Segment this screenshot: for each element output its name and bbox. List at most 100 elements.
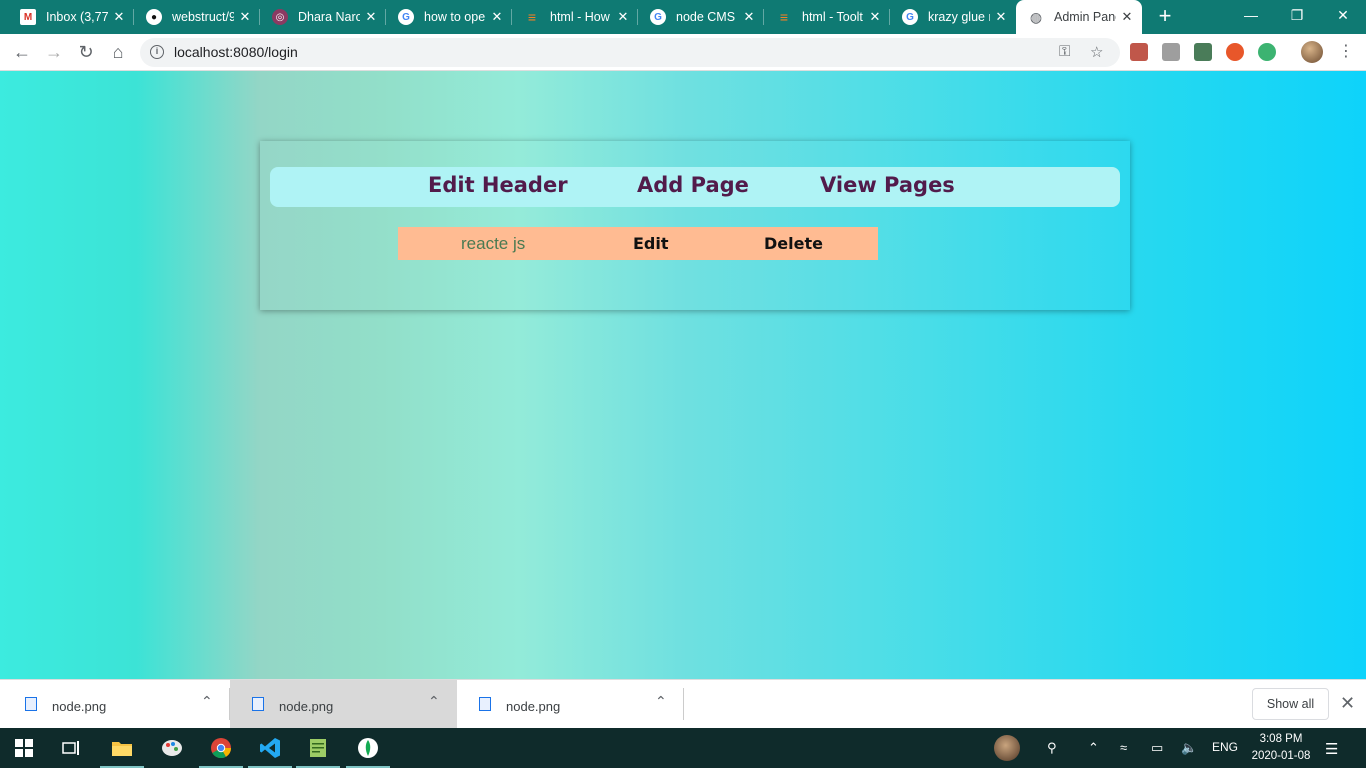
- stackoverflow-icon: ≡: [779, 9, 789, 25]
- folder-icon: [112, 742, 132, 756]
- volume-icon[interactable]: 🔈: [1181, 740, 1197, 756]
- profile-icon: ◎: [272, 9, 288, 25]
- download-filename: node.png: [52, 699, 107, 714]
- key-icon[interactable]: ⚿: [1059, 43, 1070, 60]
- notepad-icon: [310, 739, 326, 757]
- system-clock[interactable]: 3:08 PM 2020-01-08: [1246, 731, 1316, 765]
- page-name[interactable]: reacte js: [461, 234, 525, 254]
- gmail-icon: M: [20, 9, 36, 25]
- edit-page-button[interactable]: Edit: [633, 234, 669, 253]
- tab-title: webstruct/9: [172, 10, 234, 24]
- page-viewport: Edit Header Add Page View Pages reacte j…: [0, 71, 1366, 679]
- tab-title: krazy glue r: [928, 10, 990, 24]
- menu-icon[interactable]: ⋮: [1338, 41, 1354, 63]
- back-button[interactable]: ←: [10, 40, 34, 64]
- chrome-button[interactable]: [197, 728, 245, 768]
- close-icon[interactable]: ✕: [112, 10, 126, 24]
- start-button[interactable]: [0, 728, 48, 768]
- windows-taskbar: ⚲ ⌃ ≈ ▭ 🔈 ENG 3:08 PM 2020-01-08 ☰: [0, 728, 1366, 768]
- image-file-icon: [252, 697, 264, 711]
- delete-page-button[interactable]: Delete: [764, 234, 823, 253]
- close-icon[interactable]: ✕: [1120, 10, 1134, 24]
- cast-extension-icon[interactable]: [1194, 43, 1212, 61]
- tab-github[interactable]: ● webstruct/9 ✕: [134, 0, 260, 34]
- windows-icon: [15, 739, 33, 757]
- minimize-button[interactable]: —: [1228, 0, 1274, 30]
- task-view-icon: [62, 741, 79, 755]
- admin-panel-card: Edit Header Add Page View Pages reacte j…: [260, 141, 1130, 310]
- language-indicator[interactable]: ENG: [1212, 740, 1238, 754]
- tab-google-search-1[interactable]: G how to ope ✕: [386, 0, 512, 34]
- close-icon[interactable]: ✕: [994, 10, 1008, 24]
- home-button[interactable]: ⌂: [106, 40, 130, 64]
- show-all-button[interactable]: Show all: [1252, 688, 1329, 720]
- tab-google-search-3[interactable]: G krazy glue r ✕: [890, 0, 1016, 34]
- close-icon[interactable]: ✕: [364, 10, 378, 24]
- paint-app-button[interactable]: [148, 728, 196, 768]
- pdf-extension-icon[interactable]: [1130, 43, 1148, 61]
- profile-avatar[interactable]: [1301, 41, 1323, 63]
- close-icon[interactable]: ✕: [742, 10, 756, 24]
- tab-admin-panel[interactable]: ◍ Admin Pane ✕: [1016, 0, 1142, 34]
- chevron-up-icon[interactable]: ⌃: [428, 693, 440, 710]
- chrome-icon: [211, 738, 232, 759]
- tab-google-search-2[interactable]: G node CMS ✕: [638, 0, 764, 34]
- globe-icon: ◍: [1029, 8, 1043, 25]
- url-text[interactable]: localhost:8080/login: [174, 44, 298, 60]
- download-separator: [683, 688, 684, 720]
- palette-icon: [162, 740, 182, 756]
- address-bar[interactable]: i localhost:8080/login ⚿ ☆: [140, 38, 1120, 67]
- close-icon[interactable]: ✕: [616, 10, 630, 24]
- people-avatar[interactable]: [994, 735, 1020, 761]
- chevron-up-icon[interactable]: ⌃: [1088, 740, 1099, 756]
- task-view-button[interactable]: [48, 728, 96, 768]
- close-icon[interactable]: ✕: [490, 10, 504, 24]
- info-icon[interactable]: i: [150, 45, 164, 59]
- people-icon[interactable]: ⚲: [1047, 740, 1057, 756]
- tab-stackoverflow-2[interactable]: ≡ html - Toolt ✕: [764, 0, 890, 34]
- close-window-button[interactable]: ✕: [1320, 0, 1366, 30]
- close-icon[interactable]: ✕: [238, 10, 252, 24]
- google-icon: G: [902, 9, 918, 25]
- shield-extension-icon[interactable]: [1258, 43, 1276, 61]
- google-icon: G: [650, 9, 666, 25]
- add-page-link[interactable]: Add Page: [637, 173, 749, 197]
- tab-title: how to ope: [424, 10, 486, 24]
- vscode-button[interactable]: [246, 728, 294, 768]
- extension-icon[interactable]: [1162, 43, 1180, 61]
- tab-gmail[interactable]: M Inbox (3,77 ✕: [0, 0, 134, 34]
- wifi-icon[interactable]: ≈: [1120, 740, 1127, 755]
- tab-title: Dhara Naro: [298, 10, 360, 24]
- chevron-up-icon[interactable]: ⌃: [655, 693, 667, 710]
- file-explorer-button[interactable]: [98, 728, 146, 768]
- browser-toolbar: ← → ↻ ⌂ i localhost:8080/login ⚿ ☆ ⋮: [0, 34, 1366, 71]
- vscode-icon: [260, 738, 280, 758]
- mongodb-icon: [358, 738, 378, 758]
- close-icon[interactable]: ✕: [1340, 693, 1355, 714]
- mongodb-compass-button[interactable]: [344, 728, 392, 768]
- clock-time: 3:08 PM: [1259, 733, 1303, 745]
- edit-header-link[interactable]: Edit Header: [428, 173, 568, 197]
- close-icon[interactable]: ✕: [868, 10, 882, 24]
- forward-button[interactable]: →: [42, 40, 66, 64]
- page-list-item: reacte js Edit Delete: [398, 227, 878, 260]
- battery-icon[interactable]: ▭: [1151, 740, 1163, 756]
- star-icon[interactable]: ☆: [1090, 43, 1103, 61]
- reload-button[interactable]: ↻: [74, 40, 98, 64]
- download-item[interactable]: node.png ⌃: [230, 680, 457, 728]
- clock-date: 2020-01-08: [1251, 750, 1311, 762]
- notification-icon[interactable]: ☰: [1325, 740, 1338, 758]
- download-item[interactable]: node.png ⌃: [457, 680, 684, 728]
- view-pages-link[interactable]: View Pages: [820, 173, 955, 197]
- image-file-icon: [25, 697, 37, 711]
- chevron-up-icon[interactable]: ⌃: [201, 693, 213, 710]
- download-item[interactable]: node.png ⌃: [3, 680, 230, 728]
- restore-button[interactable]: ❐: [1274, 0, 1320, 30]
- notepad-button[interactable]: [294, 728, 342, 768]
- new-tab-button[interactable]: +: [1154, 5, 1176, 28]
- google-icon: G: [398, 9, 414, 25]
- image-file-icon: [479, 697, 491, 711]
- tab-profile[interactable]: ◎ Dhara Naro ✕: [260, 0, 386, 34]
- tab-stackoverflow-1[interactable]: ≡ html - How ✕: [512, 0, 638, 34]
- fire-extension-icon[interactable]: [1226, 43, 1244, 61]
